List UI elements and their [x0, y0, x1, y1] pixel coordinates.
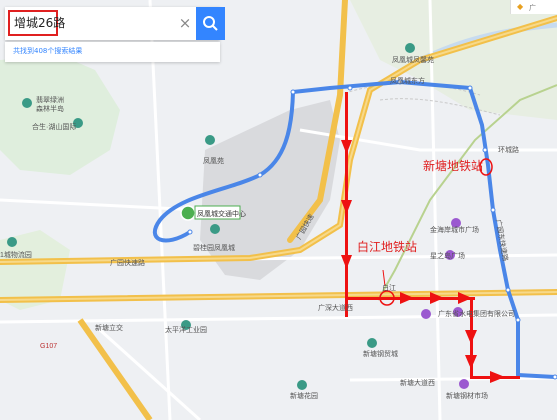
label-ditie-left: 1城物流园 — [0, 250, 32, 259]
label-g107: G107 — [40, 343, 57, 350]
place-search-box[interactable]: ◆ 广 — [510, 0, 557, 14]
label-guangdong-water: 广东省水电集团有限公司 — [438, 309, 515, 318]
label-hesheng: 合生·湖山国际 — [32, 122, 76, 131]
search-button[interactable] — [196, 7, 225, 40]
label-xintang-boulevard: 新塘大道西 — [400, 378, 435, 387]
label-xintang-hui: 新塘钢贸城 — [363, 349, 398, 358]
label-xintang-market: 新塘钢材市场 — [446, 391, 488, 400]
label-lvzhou: 翡翠绿洲 — [36, 95, 64, 104]
label-xintang-jiaotong: 新塘立交 — [95, 323, 123, 332]
label-lvzhou-2: 森林半岛 — [36, 104, 64, 113]
place-search-text: 广 — [529, 4, 536, 12]
label-taiping: 太平洋工业园 — [165, 325, 207, 334]
label-baijiang-small: 白江 — [382, 283, 396, 292]
result-count[interactable]: 共找到408个搜索结果 — [13, 46, 82, 56]
search-result-bar[interactable]: 共找到408个搜索结果 — [5, 42, 220, 62]
label-guangshen: 广深大道西 — [318, 303, 353, 312]
search-box: 增城26路 × — [5, 7, 225, 40]
location-pin-icon: ◆ — [517, 2, 524, 11]
label-xingzhidao: 星之岛广场 — [430, 251, 465, 260]
label-fenghuang-oriental: 凤凰城东方 — [390, 76, 425, 85]
search-input[interactable]: 增城26路 — [8, 10, 65, 36]
label-fenghuang-yuan: 凤凰苑 — [203, 156, 224, 165]
label-baijiang-station: 白江地铁站 — [357, 239, 417, 254]
clear-search-button[interactable]: × — [176, 14, 194, 32]
map-canvas[interactable]: 凤凰城凤馨苑 凤凰城东方 翡翠绿洲 森林半岛 合生·湖山国际 凤凰苑 凤凰城交通… — [0, 0, 557, 420]
label-fenghuang-fuyuan: 凤凰城凤馨苑 — [392, 55, 434, 64]
label-xintang-garden: 新塘花园 — [290, 391, 318, 400]
label-biguiyuan: 碧桂园凤凰城 — [193, 243, 235, 252]
label-xintang-station: 新塘地铁站 — [423, 158, 483, 173]
search-icon — [203, 16, 218, 31]
label-jiaotong-center: 凤凰城交通中心 — [197, 209, 246, 218]
label-jinhai: 金海岸城市广场 — [430, 225, 479, 234]
label-huancheng: 环城路 — [498, 145, 519, 154]
label-guangyuan-expressway: 广园快速路 — [110, 258, 145, 267]
